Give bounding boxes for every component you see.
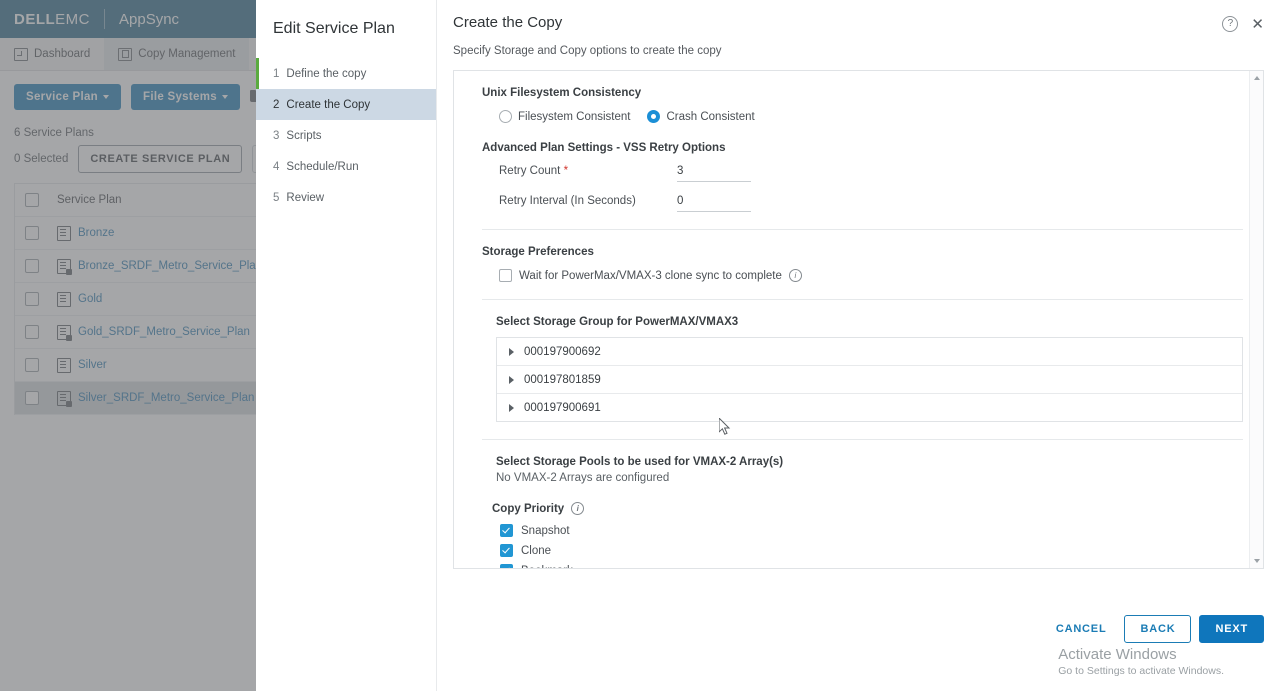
content-header: Create the Copy ? ✕ Specify Storage and … — [437, 0, 1280, 57]
section-divider — [482, 229, 1243, 230]
section-title-storage-pools: Select Storage Pools to be used for VMAX… — [496, 456, 784, 468]
section-divider — [482, 299, 1243, 300]
form-scroll-container: Unix Filesystem Consistency Filesystem C… — [453, 70, 1264, 569]
storage-group-id: 000197900691 — [524, 401, 601, 414]
info-icon[interactable]: i — [788, 269, 802, 282]
modal-title: Edit Service Plan — [273, 20, 395, 37]
wizard-steps-pane: Edit Service Plan 1 Define the copy 2 Cr… — [256, 0, 437, 691]
radio-label: Crash Consistent — [666, 110, 755, 123]
edit-service-plan-modal: Edit Service Plan 1 Define the copy 2 Cr… — [256, 0, 1280, 691]
unix-consistency-radio-group: Filesystem Consistent Crash Consistent — [482, 110, 1243, 123]
radio-crash-consistent[interactable]: Crash Consistent — [647, 110, 755, 123]
radio-indicator — [499, 110, 512, 123]
step-number: 1 — [273, 67, 280, 80]
checkbox-label: Clone — [521, 544, 552, 557]
storage-group-id: 000197900692 — [524, 345, 601, 358]
help-circle-icon[interactable]: ? — [1222, 16, 1239, 32]
storage-group-row[interactable]: 000197900691 — [497, 394, 1242, 421]
checkbox-label: Bookmark — [521, 565, 573, 569]
section-title-unix-consistency: Unix Filesystem Consistency — [482, 87, 642, 99]
wizard-step-review[interactable]: 5 Review — [256, 182, 436, 213]
checkbox-label: Wait for PowerMax/VMAX-3 clone sync to c… — [519, 269, 782, 282]
retry-count-input[interactable]: 3 — [677, 165, 751, 182]
form-content: Unix Filesystem Consistency Filesystem C… — [454, 71, 1263, 569]
section-title-copy-priority: Copy Priority i — [482, 502, 1243, 515]
storage-group-row[interactable]: 000197801859 — [497, 366, 1242, 394]
step-number: 2 — [273, 98, 280, 111]
checkbox-indicator-checked — [500, 524, 513, 537]
chevron-right-icon — [509, 347, 514, 356]
radio-indicator-selected — [647, 110, 661, 123]
storage-pools-empty-note: No VMAX-2 Arrays are configured — [496, 472, 670, 484]
radio-filesystem-consistent[interactable]: Filesystem Consistent — [499, 110, 630, 123]
page-subtitle: Specify Storage and Copy options to crea… — [453, 45, 722, 57]
section-divider — [482, 439, 1243, 440]
field-label: Retry Interval (In Seconds) — [499, 195, 636, 207]
copy-priority-label: Copy Priority — [492, 502, 565, 515]
step-number: 5 — [273, 191, 280, 204]
next-button[interactable]: NEXT — [1199, 615, 1264, 643]
storage-group-list: 000197900692 000197801859 000197900691 — [496, 337, 1243, 422]
field-retry-interval: Retry Interval (In Seconds) 0 — [482, 195, 1243, 212]
radio-label: Filesystem Consistent — [518, 110, 631, 123]
step-label: Scripts — [286, 129, 322, 142]
step-label: Review — [286, 191, 325, 204]
checkbox-clone[interactable]: Clone — [482, 544, 1243, 557]
checkbox-indicator-checked — [500, 564, 513, 568]
storage-group-row[interactable]: 000197900692 — [497, 338, 1242, 366]
info-icon[interactable]: i — [571, 502, 585, 515]
field-label: Retry Count * — [499, 165, 569, 177]
wizard-step-create-the-copy[interactable]: 2 Create the Copy — [256, 89, 436, 120]
field-retry-count: Retry Count * 3 — [482, 165, 1243, 182]
section-title-storage-preferences: Storage Preferences — [482, 246, 594, 258]
step-number: 3 — [273, 129, 280, 142]
chevron-right-icon — [509, 403, 514, 412]
checkbox-wait-clone-sync[interactable]: Wait for PowerMax/VMAX-3 clone sync to c… — [482, 269, 1243, 282]
page-title: Create the Copy — [453, 14, 563, 31]
section-title-vss-retry: Advanced Plan Settings - VSS Retry Optio… — [482, 142, 726, 154]
wizard-step-scripts[interactable]: 3 Scripts — [256, 120, 436, 151]
checkbox-label: Snapshot — [521, 524, 570, 537]
chevron-right-icon — [509, 375, 514, 384]
retry-interval-input[interactable]: 0 — [677, 195, 751, 212]
scroll-up-arrow-icon[interactable] — [1253, 76, 1260, 80]
wizard-step-define-the-copy[interactable]: 1 Define the copy — [256, 58, 436, 89]
step-label: Define the copy — [286, 67, 367, 80]
checkbox-indicator — [499, 269, 512, 282]
storage-group-id: 000197801859 — [524, 373, 601, 386]
checkbox-bookmark[interactable]: Bookmark — [482, 564, 1243, 569]
wizard-step-schedule-run[interactable]: 4 Schedule/Run — [256, 151, 436, 182]
section-title-storage-group: Select Storage Group for PowerMAX/VMAX3 — [496, 316, 739, 328]
close-icon[interactable]: ✕ — [1251, 17, 1264, 32]
cancel-button[interactable]: CANCEL — [1046, 616, 1117, 642]
scroll-down-arrow-icon[interactable] — [1253, 559, 1260, 563]
step-label: Schedule/Run — [286, 160, 359, 173]
vertical-scrollbar[interactable] — [1249, 71, 1263, 568]
required-marker: * — [563, 165, 569, 177]
step-label: Create the Copy — [286, 98, 371, 111]
checkbox-snapshot[interactable]: Snapshot — [482, 524, 1243, 537]
wizard-footer: CANCEL BACK NEXT — [1046, 615, 1264, 643]
wizard-content-pane: Create the Copy ? ✕ Specify Storage and … — [437, 0, 1280, 691]
step-number: 4 — [273, 160, 280, 173]
checkbox-indicator-checked — [500, 544, 513, 557]
back-button[interactable]: BACK — [1124, 615, 1192, 643]
